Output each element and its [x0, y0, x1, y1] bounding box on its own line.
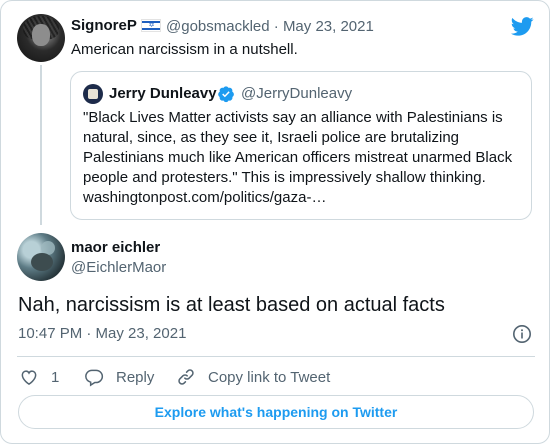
heart-icon: [21, 370, 37, 385]
like-count: 1: [51, 368, 60, 386]
twitter-bird-icon[interactable]: [511, 17, 534, 36]
reply-tweet-text: Nah, narcissism is at least based on act…: [18, 294, 445, 316]
reply-author-avatar[interactable]: [17, 233, 65, 281]
reply-button[interactable]: Reply: [84, 366, 154, 388]
info-icon[interactable]: [512, 324, 532, 344]
reply-timestamp[interactable]: 10:47 PM · May 23, 2021: [18, 325, 186, 342]
like-button[interactable]: 1: [19, 366, 59, 388]
parent-author-name[interactable]: SignoreP: [71, 17, 137, 34]
link-icon: [178, 369, 194, 385]
quoted-author-avatar: [83, 84, 103, 104]
thread-connector-line: [40, 65, 42, 225]
israel-flag-icon: ✡: [141, 19, 161, 32]
quoted-author-name: Jerry Dunleavy: [109, 85, 217, 102]
quoted-tweet[interactable]: Jerry Dunleavy @JerryDunleavy "Black Liv…: [70, 71, 532, 220]
reply-bubble-icon: [85, 369, 104, 387]
copy-link-label: Copy link to Tweet: [208, 368, 331, 386]
parent-author-handle-date[interactable]: @gobsmackled · May 23, 2021: [166, 18, 374, 35]
copy-link-button[interactable]: Copy link to Tweet: [176, 366, 330, 388]
quoted-tweet-text: "Black Lives Matter activists say an all…: [83, 109, 513, 206]
quoted-author-handle: @JerryDunleavy: [241, 85, 353, 102]
tweet-embed-card: SignoreP ✡ @gobsmackled · May 23, 2021 A…: [0, 0, 550, 444]
parent-tweet-text: American narcissism in a nutshell.: [71, 41, 298, 58]
reply-label: Reply: [116, 368, 155, 386]
reply-author-handle[interactable]: @EichlerMaor: [71, 259, 166, 276]
reply-author-name[interactable]: maor eichler: [71, 239, 160, 256]
verified-badge-icon: [218, 86, 234, 103]
parent-author-avatar[interactable]: [17, 14, 65, 62]
explore-twitter-button[interactable]: Explore what's happening on Twitter: [18, 395, 534, 429]
actions-divider: [17, 356, 535, 357]
